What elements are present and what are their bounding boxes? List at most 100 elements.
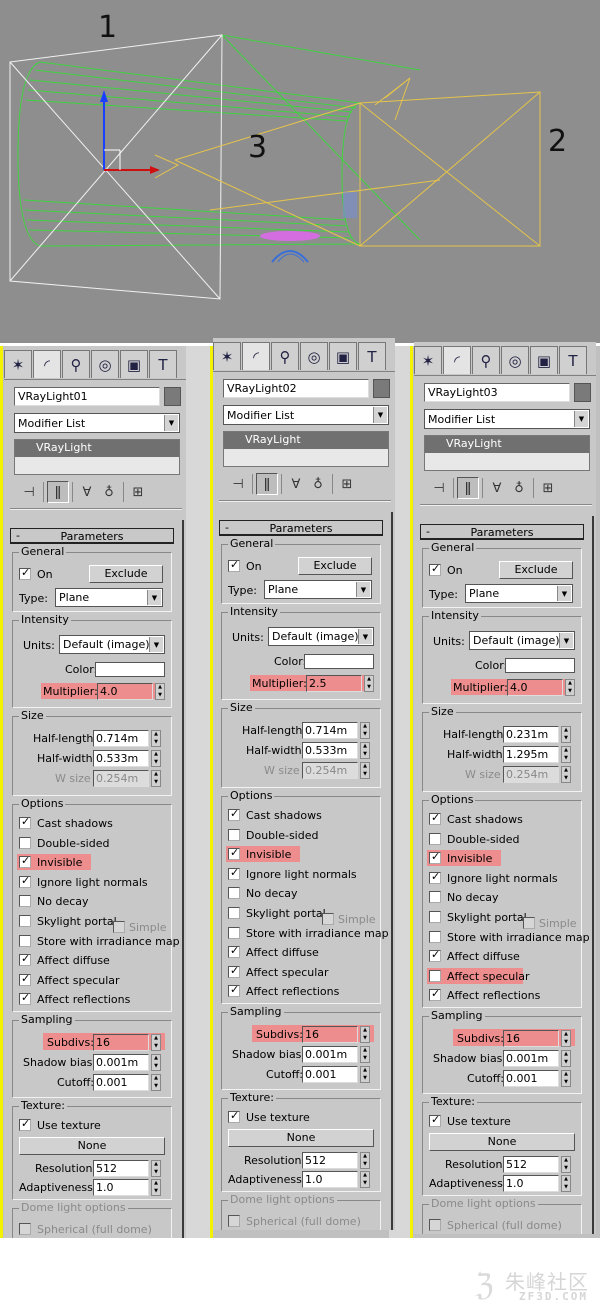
subdivs-field[interactable]: 16 xyxy=(302,1026,358,1043)
color-swatch[interactable] xyxy=(505,658,575,673)
cutoff-field[interactable]: 0.001 xyxy=(302,1066,358,1083)
spinner-arrows-icon[interactable]: ▲ ▼ xyxy=(360,1152,370,1169)
object-color-swatch[interactable] xyxy=(373,379,390,398)
half-width-spinner[interactable]: 0.533m ▲ ▼ xyxy=(93,750,163,767)
units-dropdown[interactable]: Default (image) ▼ xyxy=(469,631,575,650)
spinner-arrows-icon[interactable]: ▲ ▼ xyxy=(360,1171,370,1188)
texture-none-button[interactable]: None xyxy=(429,1133,575,1151)
use-texture-checkbox[interactable]: ✓ xyxy=(228,1109,240,1123)
panel-scroll-track[interactable] xyxy=(592,516,594,1234)
type-dropdown[interactable]: Plane ▼ xyxy=(55,588,163,607)
show-end-result-button[interactable]: ǁ xyxy=(457,477,479,499)
parameters-rollout-header[interactable]: - Parameters xyxy=(10,528,174,544)
spinner-arrows-icon[interactable]: ▲ ▼ xyxy=(151,730,161,747)
subdivs-spinner[interactable]: 16 ▲ ▼ xyxy=(503,1030,573,1047)
subdivs-spinner[interactable]: 16 ▲ ▼ xyxy=(93,1034,163,1051)
spinner-arrows-icon[interactable]: ▲ ▼ xyxy=(360,742,370,759)
half-width-field[interactable]: 1.295m xyxy=(503,746,559,763)
units-dropdown[interactable]: Default (image) ▼ xyxy=(59,635,165,654)
parameters-rollout-header[interactable]: - Parameters xyxy=(219,520,383,536)
tab-utilities[interactable]: T xyxy=(358,342,386,370)
resolution-spinner[interactable]: 512 ▲ ▼ xyxy=(503,1156,573,1173)
modifier-list-dropdown[interactable]: Modifier List ▼ xyxy=(14,413,180,433)
tab-motion[interactable]: ◎ xyxy=(91,350,119,378)
tab-motion[interactable]: ◎ xyxy=(501,346,529,374)
show-end-result-button[interactable]: ǁ xyxy=(256,473,278,495)
option-checkbox[interactable]: ✓ xyxy=(228,866,240,880)
half-length-spinner[interactable]: 0.714m ▲ ▼ xyxy=(302,722,372,739)
tab-hierarchy[interactable]: ⚲ xyxy=(472,346,500,374)
cutoff-spinner[interactable]: 0.001 ▲ ▼ xyxy=(93,1074,163,1091)
spinner-arrows-icon[interactable]: ▲ ▼ xyxy=(561,726,571,743)
remove-modifier-button[interactable]: ♁ xyxy=(508,477,530,499)
option-checkbox[interactable] xyxy=(429,832,441,845)
object-color-swatch[interactable] xyxy=(164,387,181,406)
object-name-field[interactable]: VRayLight01 xyxy=(14,387,160,406)
parameters-rollout-header[interactable]: - Parameters xyxy=(420,524,584,540)
spinner-arrows-icon[interactable]: ▲ ▼ xyxy=(151,1054,161,1071)
option-checkbox[interactable] xyxy=(19,895,31,908)
stack-item-vraylight[interactable]: VRayLight xyxy=(15,440,179,457)
multiplier-spinner[interactable]: 2.5 ▲ ▼ xyxy=(306,675,376,692)
shadow-bias-spinner[interactable]: 0.001m ▲ ▼ xyxy=(503,1050,573,1067)
multiplier-spinner[interactable]: 4.0 ▲ ▼ xyxy=(97,683,167,700)
pin-stack-button[interactable]: ⊣ xyxy=(18,481,40,503)
configure-modifier-sets-button[interactable]: ⊞ xyxy=(537,477,559,499)
cutoff-spinner[interactable]: 0.001 ▲ ▼ xyxy=(302,1066,372,1083)
resolution-field[interactable]: 512 xyxy=(93,1160,149,1177)
adaptiveness-spinner[interactable]: 1.0 ▲ ▼ xyxy=(302,1171,372,1188)
show-end-result-button[interactable]: ǁ xyxy=(47,481,69,503)
adaptiveness-field[interactable]: 1.0 xyxy=(93,1179,149,1196)
stack-item-vraylight[interactable]: VRayLight xyxy=(224,432,388,449)
panel-scroll-track[interactable] xyxy=(391,512,393,1230)
cutoff-field[interactable]: 0.001 xyxy=(503,1070,559,1087)
on-checkbox[interactable]: ✓ xyxy=(19,566,31,580)
tab-hierarchy[interactable]: ⚲ xyxy=(271,342,299,370)
type-dropdown[interactable]: Plane ▼ xyxy=(465,584,573,603)
option-checkbox[interactable]: ✓ xyxy=(19,952,31,967)
option-checkbox[interactable] xyxy=(228,907,240,919)
exclude-button[interactable]: Exclude xyxy=(499,561,573,579)
adaptiveness-field[interactable]: 1.0 xyxy=(302,1171,358,1188)
half-width-field[interactable]: 0.533m xyxy=(93,750,149,767)
tab-utilities[interactable]: T xyxy=(149,350,177,378)
option-checkbox[interactable]: ✓ xyxy=(228,983,240,998)
option-checkbox[interactable]: ✓ xyxy=(19,972,31,986)
color-swatch[interactable] xyxy=(304,654,374,669)
option-checkbox[interactable] xyxy=(429,969,441,982)
modifier-list-dropdown[interactable]: Modifier List ▼ xyxy=(424,409,590,429)
option-checkbox[interactable] xyxy=(19,836,31,849)
spinner-arrows-icon[interactable]: ▲ ▼ xyxy=(364,675,374,692)
on-checkbox[interactable]: ✓ xyxy=(228,558,240,572)
option-checkbox[interactable] xyxy=(228,828,240,841)
option-checkbox[interactable] xyxy=(429,891,441,904)
use-texture-checkbox[interactable]: ✓ xyxy=(429,1113,441,1127)
multiplier-field[interactable]: 2.5 xyxy=(306,675,362,692)
spinner-arrows-icon[interactable]: ▲ ▼ xyxy=(360,1046,370,1063)
cutoff-field[interactable]: 0.001 xyxy=(93,1074,149,1091)
option-checkbox[interactable]: ✓ xyxy=(429,987,441,1002)
object-name-field[interactable]: VRayLight02 xyxy=(223,379,369,398)
texture-none-button[interactable]: None xyxy=(19,1137,165,1155)
half-length-spinner[interactable]: 0.714m ▲ ▼ xyxy=(93,730,163,747)
spinner-arrows-icon[interactable]: ▲ ▼ xyxy=(561,1156,571,1173)
option-checkbox[interactable]: ✓ xyxy=(228,944,240,959)
tab-utilities[interactable]: T xyxy=(559,346,587,374)
tab-display[interactable]: ▣ xyxy=(329,342,357,370)
option-checkbox[interactable]: ✓ xyxy=(429,948,441,963)
option-checkbox[interactable]: ✓ xyxy=(19,991,31,1006)
spinner-arrows-icon[interactable]: ▲ ▼ xyxy=(360,1026,370,1043)
spinner-arrows-icon[interactable]: ▲ ▼ xyxy=(561,1175,571,1192)
half-length-field[interactable]: 0.714m xyxy=(93,730,149,747)
spinner-arrows-icon[interactable]: ▲ ▼ xyxy=(151,1160,161,1177)
remove-modifier-button[interactable]: ♁ xyxy=(98,481,120,503)
option-checkbox[interactable] xyxy=(19,915,31,927)
shadow-bias-spinner[interactable]: 0.001m ▲ ▼ xyxy=(302,1046,372,1063)
adaptiveness-spinner[interactable]: 1.0 ▲ ▼ xyxy=(93,1179,163,1196)
shadow-bias-field[interactable]: 0.001m xyxy=(302,1046,358,1063)
modifier-stack[interactable]: VRayLight xyxy=(223,431,389,467)
tab-modify[interactable]: ◜ xyxy=(33,350,61,378)
exclude-button[interactable]: Exclude xyxy=(298,557,372,575)
tab-hierarchy[interactable]: ⚲ xyxy=(62,350,90,378)
tab-modify[interactable]: ◜ xyxy=(443,346,471,374)
